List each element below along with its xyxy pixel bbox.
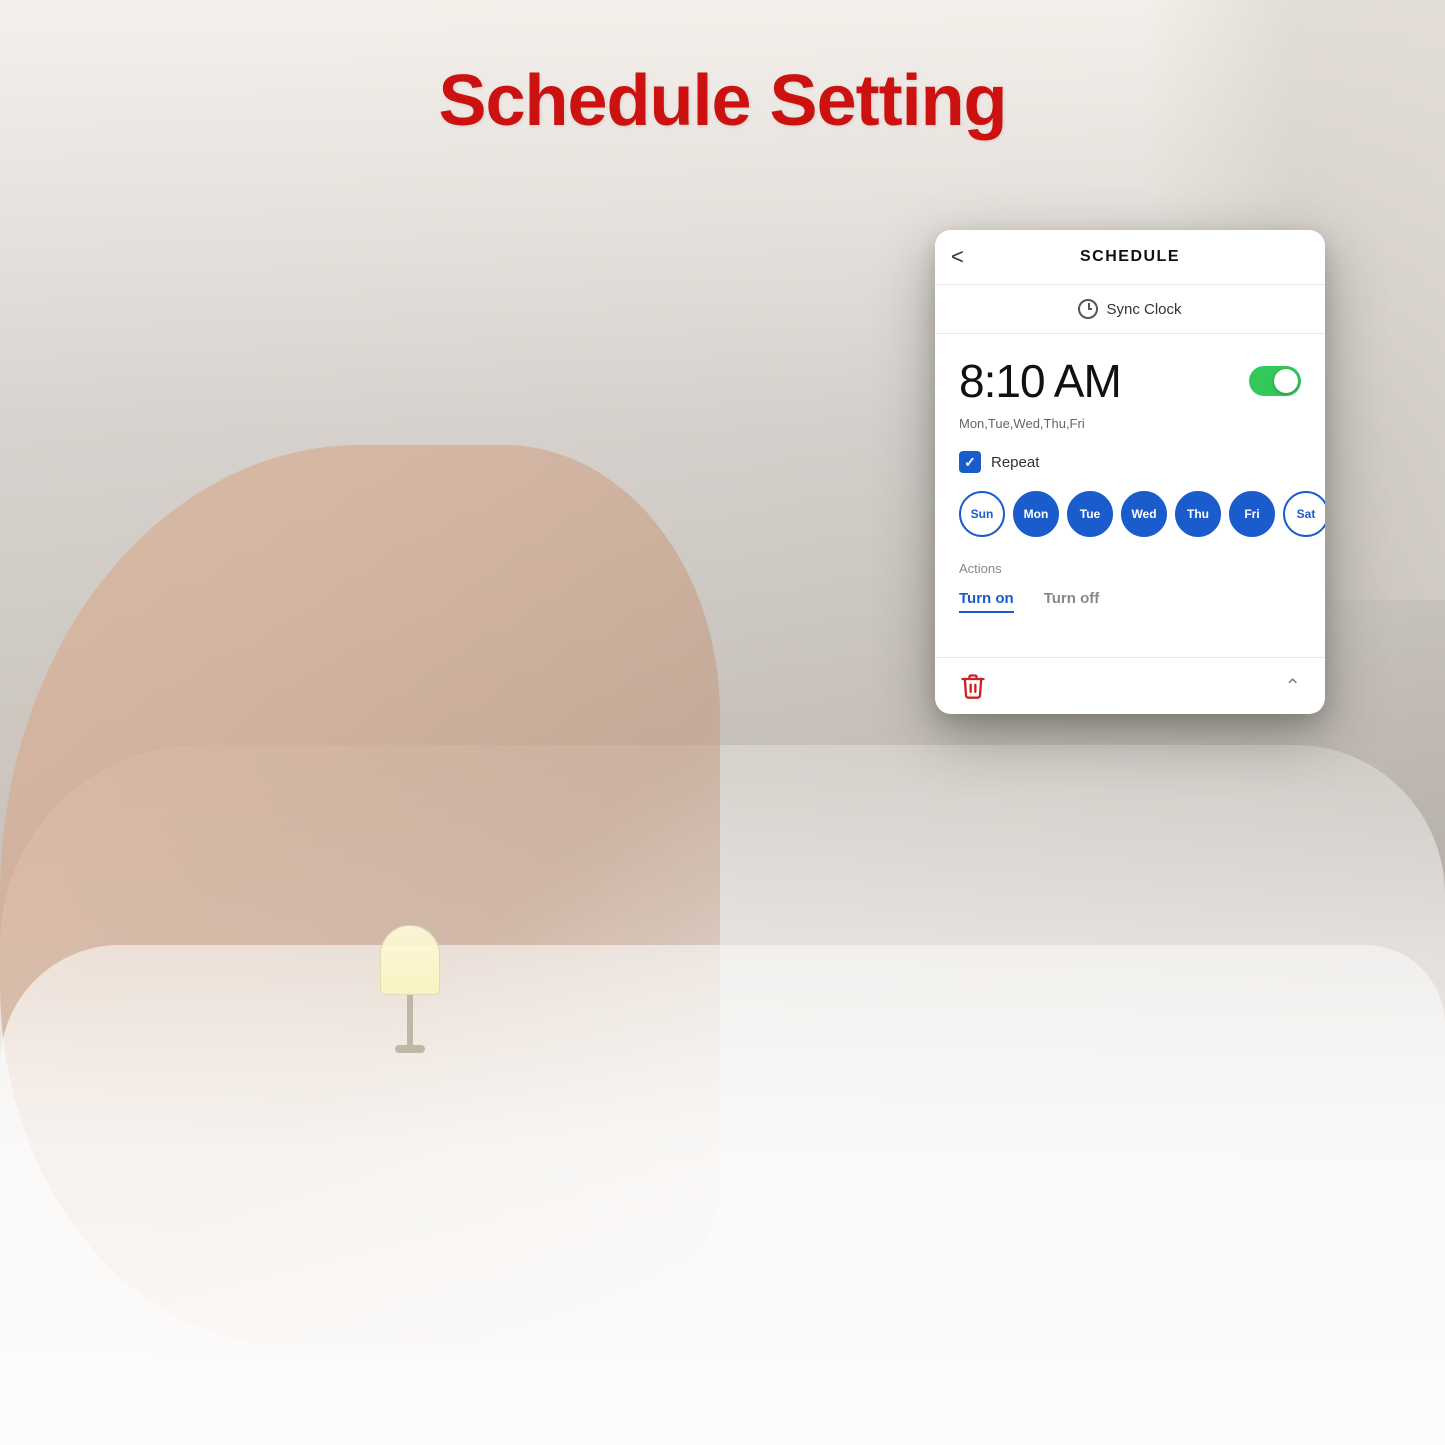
bottom-row: ⌃ bbox=[935, 657, 1325, 714]
back-button[interactable]: < bbox=[951, 246, 964, 268]
lamp-shade bbox=[380, 925, 440, 995]
turn-on-button[interactable]: Turn on bbox=[959, 586, 1014, 613]
day-label-sat: Sat bbox=[1297, 507, 1316, 521]
day-pill-sun[interactable]: Sun bbox=[959, 491, 1005, 537]
day-pill-thu[interactable]: Thu bbox=[1175, 491, 1221, 537]
days-summary: Mon,Tue,Wed,Thu,Fri bbox=[959, 416, 1301, 431]
day-pill-mon[interactable]: Mon bbox=[1013, 491, 1059, 537]
day-pill-tue[interactable]: Tue bbox=[1067, 491, 1113, 537]
schedule-toggle[interactable] bbox=[1249, 366, 1301, 396]
lamp-base bbox=[407, 995, 413, 1045]
schedule-content: 8:10 AM Mon,Tue,Wed,Thu,Fri ✓ Repeat Sun… bbox=[935, 334, 1325, 657]
repeat-checkbox[interactable]: ✓ bbox=[959, 451, 981, 473]
bed-sheet bbox=[0, 945, 1445, 1445]
clock-sync-icon bbox=[1078, 299, 1098, 319]
card-header: < SCHEDULE bbox=[935, 230, 1325, 285]
day-label-wed: Wed bbox=[1131, 507, 1156, 521]
day-pill-wed[interactable]: Wed bbox=[1121, 491, 1167, 537]
repeat-label: Repeat bbox=[991, 454, 1039, 471]
actions-row: Turn on Turn off bbox=[959, 586, 1301, 613]
day-pill-fri[interactable]: Fri bbox=[1229, 491, 1275, 537]
time-display[interactable]: 8:10 AM bbox=[959, 354, 1121, 408]
checkmark-icon: ✓ bbox=[964, 455, 976, 469]
day-label-fri: Fri bbox=[1244, 507, 1259, 521]
day-label-tue: Tue bbox=[1080, 507, 1100, 521]
lamp-decoration bbox=[370, 925, 450, 1065]
page-title: Schedule Setting bbox=[0, 60, 1445, 142]
sync-clock-label: Sync Clock bbox=[1106, 301, 1181, 318]
day-label-thu: Thu bbox=[1187, 507, 1209, 521]
day-pill-sat[interactable]: Sat bbox=[1283, 491, 1325, 537]
card-title: SCHEDULE bbox=[1080, 248, 1180, 266]
phone-card: < SCHEDULE Sync Clock 8:10 AM Mon,Tue,We… bbox=[935, 230, 1325, 714]
time-toggle-row: 8:10 AM bbox=[959, 354, 1301, 408]
repeat-row: ✓ Repeat bbox=[959, 451, 1301, 473]
day-label-sun: Sun bbox=[971, 507, 994, 521]
collapse-button[interactable]: ⌃ bbox=[1284, 674, 1301, 699]
days-row: Sun Mon Tue Wed Thu Fri Sa bbox=[959, 491, 1301, 537]
sync-clock-row[interactable]: Sync Clock bbox=[935, 285, 1325, 334]
delete-button[interactable] bbox=[959, 672, 987, 700]
turn-off-button[interactable]: Turn off bbox=[1044, 586, 1100, 613]
day-label-mon: Mon bbox=[1024, 507, 1049, 521]
lamp-foot bbox=[395, 1045, 425, 1053]
actions-label: Actions bbox=[959, 561, 1301, 576]
